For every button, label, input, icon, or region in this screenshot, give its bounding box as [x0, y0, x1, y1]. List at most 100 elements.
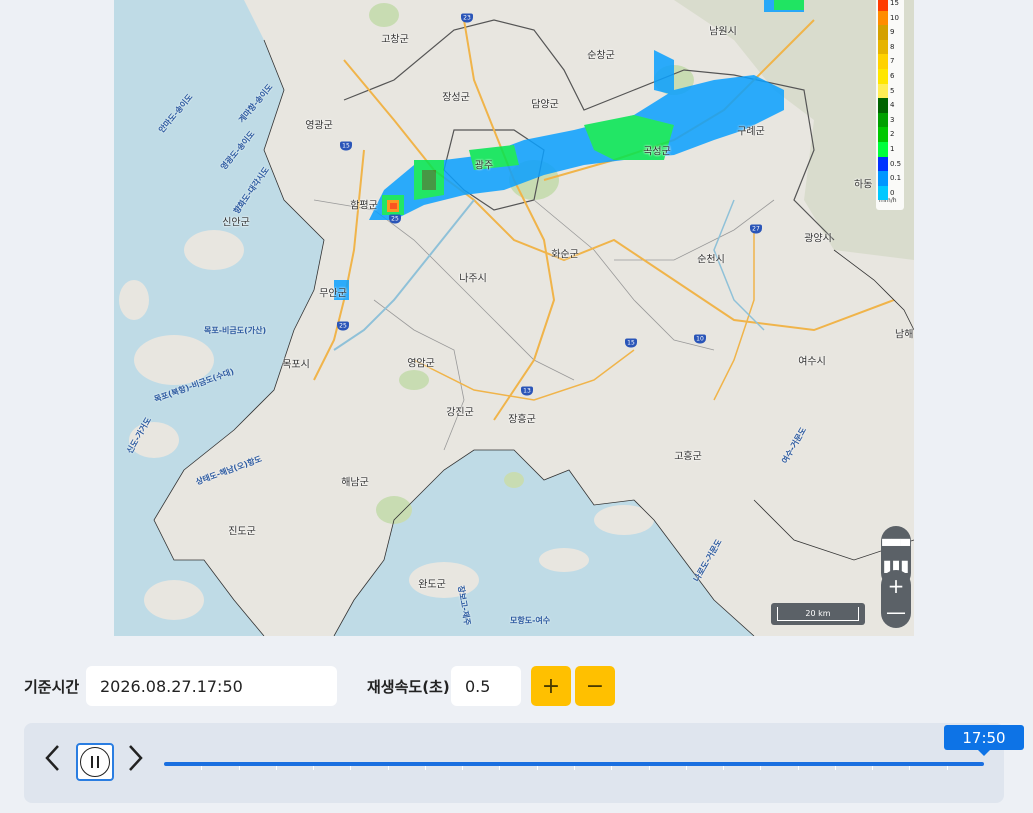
timeline-tick: [499, 766, 501, 770]
timeline-tick: [648, 766, 650, 770]
place-label: 남원시: [709, 26, 737, 38]
timeline-tick: [611, 766, 613, 770]
legend-level: 4: [890, 101, 895, 110]
legend-swatch: [878, 185, 888, 201]
scale-bar: 20 km: [771, 603, 865, 625]
zoom-in-button[interactable]: +: [888, 573, 905, 599]
scale-label: 20 km: [805, 608, 831, 618]
legend-swatch: [878, 112, 888, 128]
timeline-tick: [685, 766, 687, 770]
timeline-tick: [723, 766, 725, 770]
timeline-tick: [387, 766, 389, 770]
legend-level: 2: [890, 130, 895, 139]
legend-level: 0.1: [890, 174, 902, 183]
timeline-tick: [872, 766, 874, 770]
place-label: 해남군: [341, 477, 369, 489]
timeline-tick: [834, 766, 836, 770]
place-label: 강진군: [446, 407, 474, 419]
place-label: 남해: [895, 329, 914, 341]
place-label: 함평군: [350, 200, 378, 212]
legend-swatch: [878, 25, 888, 40]
highway-shield: 15: [625, 338, 637, 348]
highway-shield: 10: [694, 334, 706, 344]
place-label: 순천시: [697, 254, 725, 266]
legend-level: 10: [890, 13, 899, 22]
pause-button[interactable]: [76, 743, 114, 781]
highway-shield: 27: [750, 224, 762, 234]
speed-label: 재생속도(초): [367, 678, 450, 696]
legend-level: 1: [890, 145, 895, 153]
legend-level: 7: [890, 57, 895, 66]
place-label: 광주: [474, 160, 494, 172]
place-label: 장성군: [442, 92, 470, 104]
next-button[interactable]: [126, 743, 146, 784]
sea-route-label: 목포-비금도(가산): [204, 326, 267, 335]
speed-input[interactable]: [451, 666, 521, 706]
legend-level: 15: [890, 0, 899, 7]
prev-button[interactable]: [42, 743, 62, 784]
legend-swatch: [878, 83, 888, 99]
timeline-tick: [797, 766, 799, 770]
playback-panel: 17:50: [24, 723, 1024, 803]
timeline-tick: [201, 766, 203, 770]
base-time-input[interactable]: [86, 666, 337, 706]
timeline-tick: [574, 766, 575, 770]
place-label: 화순군: [551, 249, 579, 261]
timeline-tick: [536, 766, 538, 770]
legend-swatch: [878, 0, 888, 11]
timeline-tick: [275, 766, 277, 770]
highway-shield: 25: [337, 321, 349, 331]
legend-level: 6: [890, 72, 895, 80]
place-label: 고창군: [381, 34, 409, 46]
place-label: 구례군: [737, 126, 765, 138]
chevron-left-icon: [45, 745, 59, 771]
place-label: 장흥군: [508, 414, 536, 426]
timeline-tick: [946, 766, 948, 770]
timeline-tick: [909, 766, 911, 770]
sea-route-label: 모항도-여수: [510, 616, 551, 625]
chevron-right-icon: [129, 745, 143, 771]
legend-level: 3: [890, 115, 895, 124]
legend-swatch: [878, 142, 888, 157]
place-label: 담양군: [531, 99, 559, 111]
zoom-control[interactable]: + —: [881, 570, 911, 628]
timeline-tick: [350, 766, 352, 770]
place-label: 영암군: [407, 358, 435, 370]
place-label: 신안군: [222, 217, 250, 229]
legend-swatch: [878, 10, 888, 26]
legend-level: 0.5: [890, 159, 902, 168]
ruler-icon[interactable]: ▀▀▀: [882, 540, 910, 552]
highway-shield: 25: [389, 214, 401, 224]
timeline-tick: [313, 766, 315, 770]
current-time-badge: 17:50: [944, 725, 1024, 756]
legend-level: 9: [890, 28, 895, 37]
radar-map[interactable]: 고창군 순창군 남원시 장성군 담양군 영광군 광주 곡성군 구례군 함평군 화…: [114, 0, 914, 636]
timeline-tick: [462, 766, 464, 770]
speed-decrease-button[interactable]: −: [575, 666, 615, 706]
timeline-tick: [424, 766, 426, 770]
timeline-tick: [760, 766, 762, 770]
highway-shield: 23: [461, 13, 473, 23]
legend-swatch: [878, 127, 888, 142]
place-label: 완도군: [418, 579, 446, 591]
speed-increase-button[interactable]: +: [531, 666, 571, 706]
place-label: 순창군: [587, 50, 615, 62]
timeline-tick: [238, 766, 240, 770]
map-basemap: [119, 0, 914, 636]
place-label: 무안군: [319, 288, 347, 300]
rain-legend: mm/h 15 10 9 8 7 6 5 4 3 2 1 0.5 0.1 0: [876, 0, 904, 210]
base-time-label: 기준시간: [24, 678, 80, 696]
highway-shield: 15: [340, 141, 352, 151]
legend-level: 8: [890, 42, 895, 51]
legend-swatch: [878, 39, 888, 55]
timeline-slider[interactable]: [164, 762, 984, 770]
place-label: 영광군: [305, 120, 333, 132]
legend-swatch: [878, 171, 888, 186]
place-label: 고흥군: [674, 451, 702, 463]
place-label: 나주시: [459, 273, 487, 285]
place-label: 여수시: [798, 356, 826, 368]
zoom-out-button[interactable]: —: [886, 599, 906, 625]
place-label: 광양시: [804, 233, 832, 245]
place-label: 하동: [854, 179, 873, 191]
pause-icon: [80, 747, 110, 777]
